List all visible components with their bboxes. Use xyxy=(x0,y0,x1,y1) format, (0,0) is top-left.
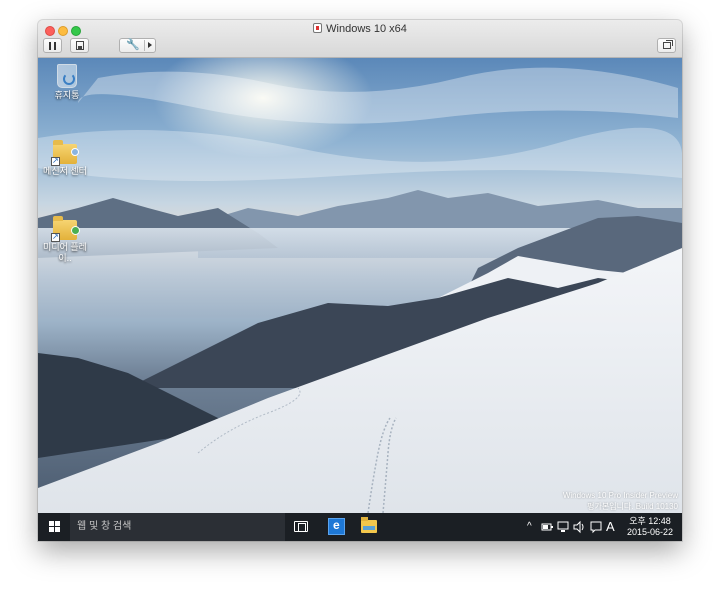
desktop[interactable]: 휴지통 메신저 센터 미디어 플레이.. Windows 10 Pro Insi… xyxy=(38,58,682,513)
vm-icon xyxy=(313,23,323,33)
tools-button[interactable]: 🔧 xyxy=(119,38,156,53)
build-watermark: Windows 10 Pro Insider Preview 평가본입니다. B… xyxy=(378,490,678,512)
start-button[interactable] xyxy=(38,513,70,541)
taskbar: 웹 및 창 검색 ^ A 오후 12:48 2015-06-22 xyxy=(38,513,682,541)
clock-time: 오후 12:48 xyxy=(629,516,671,526)
volume-icon[interactable] xyxy=(573,513,586,541)
shortcut-arrow-icon xyxy=(51,155,60,166)
search-box[interactable]: 웹 및 창 검색 xyxy=(70,513,285,541)
pause-icon xyxy=(49,42,56,50)
vm-window: Windows 10 x64 🔧 휴지통 ↗ 메신저 센터 ↗ 미디어 플레이.… xyxy=(38,20,682,541)
desktop-icon-label: 메신저 센터 xyxy=(43,166,87,176)
input-method-indicator[interactable]: A xyxy=(606,513,615,541)
desktop-icon-label: 미디어 플레이.. xyxy=(43,242,87,263)
folder-shortcut-icon xyxy=(51,140,79,166)
clock-date: 2015-06-22 xyxy=(626,527,674,537)
desktop-icon-messenger-center[interactable]: 메신저 센터 xyxy=(39,140,91,177)
title-bar[interactable]: Windows 10 x64 🔧 xyxy=(38,20,682,58)
wrench-icon: 🔧 xyxy=(126,39,140,51)
recycle-bin-icon xyxy=(57,64,77,88)
watermark-line-2: 평가본입니다. Build 10130 xyxy=(587,502,678,511)
clock[interactable]: 오후 12:48 2015-06-22 xyxy=(624,516,676,538)
desktop-icon-media-player[interactable]: 미디어 플레이.. xyxy=(39,216,91,264)
snapshot-icon xyxy=(75,41,84,50)
pause-button[interactable] xyxy=(43,38,62,53)
edge-icon[interactable] xyxy=(328,518,345,535)
window-title-text: Windows 10 x64 xyxy=(326,23,407,35)
fullscreen-button[interactable] xyxy=(657,38,676,53)
shortcut-arrow-icon xyxy=(51,231,60,242)
dropdown-arrow-icon[interactable] xyxy=(148,42,152,48)
battery-icon[interactable] xyxy=(541,513,553,541)
wallpaper xyxy=(38,58,682,513)
watermark-line-1: Windows 10 Pro Insider Preview xyxy=(562,491,678,500)
desktop-icon-label: 휴지통 xyxy=(54,90,80,100)
file-explorer-icon[interactable] xyxy=(361,517,377,533)
search-placeholder: 웹 및 창 검색 xyxy=(77,521,132,532)
desktop-icon-recycle-bin[interactable]: 휴지통 xyxy=(41,64,93,101)
folder-shortcut-icon xyxy=(51,216,80,242)
window-title: Windows 10 x64 xyxy=(38,23,682,35)
notification-icon[interactable] xyxy=(590,513,602,541)
fullscreen-icon xyxy=(662,40,673,49)
tray-chevron-icon[interactable]: ^ xyxy=(527,513,532,541)
task-view-icon[interactable] xyxy=(294,521,308,532)
snapshot-button[interactable] xyxy=(70,38,89,53)
network-icon[interactable] xyxy=(557,513,569,541)
